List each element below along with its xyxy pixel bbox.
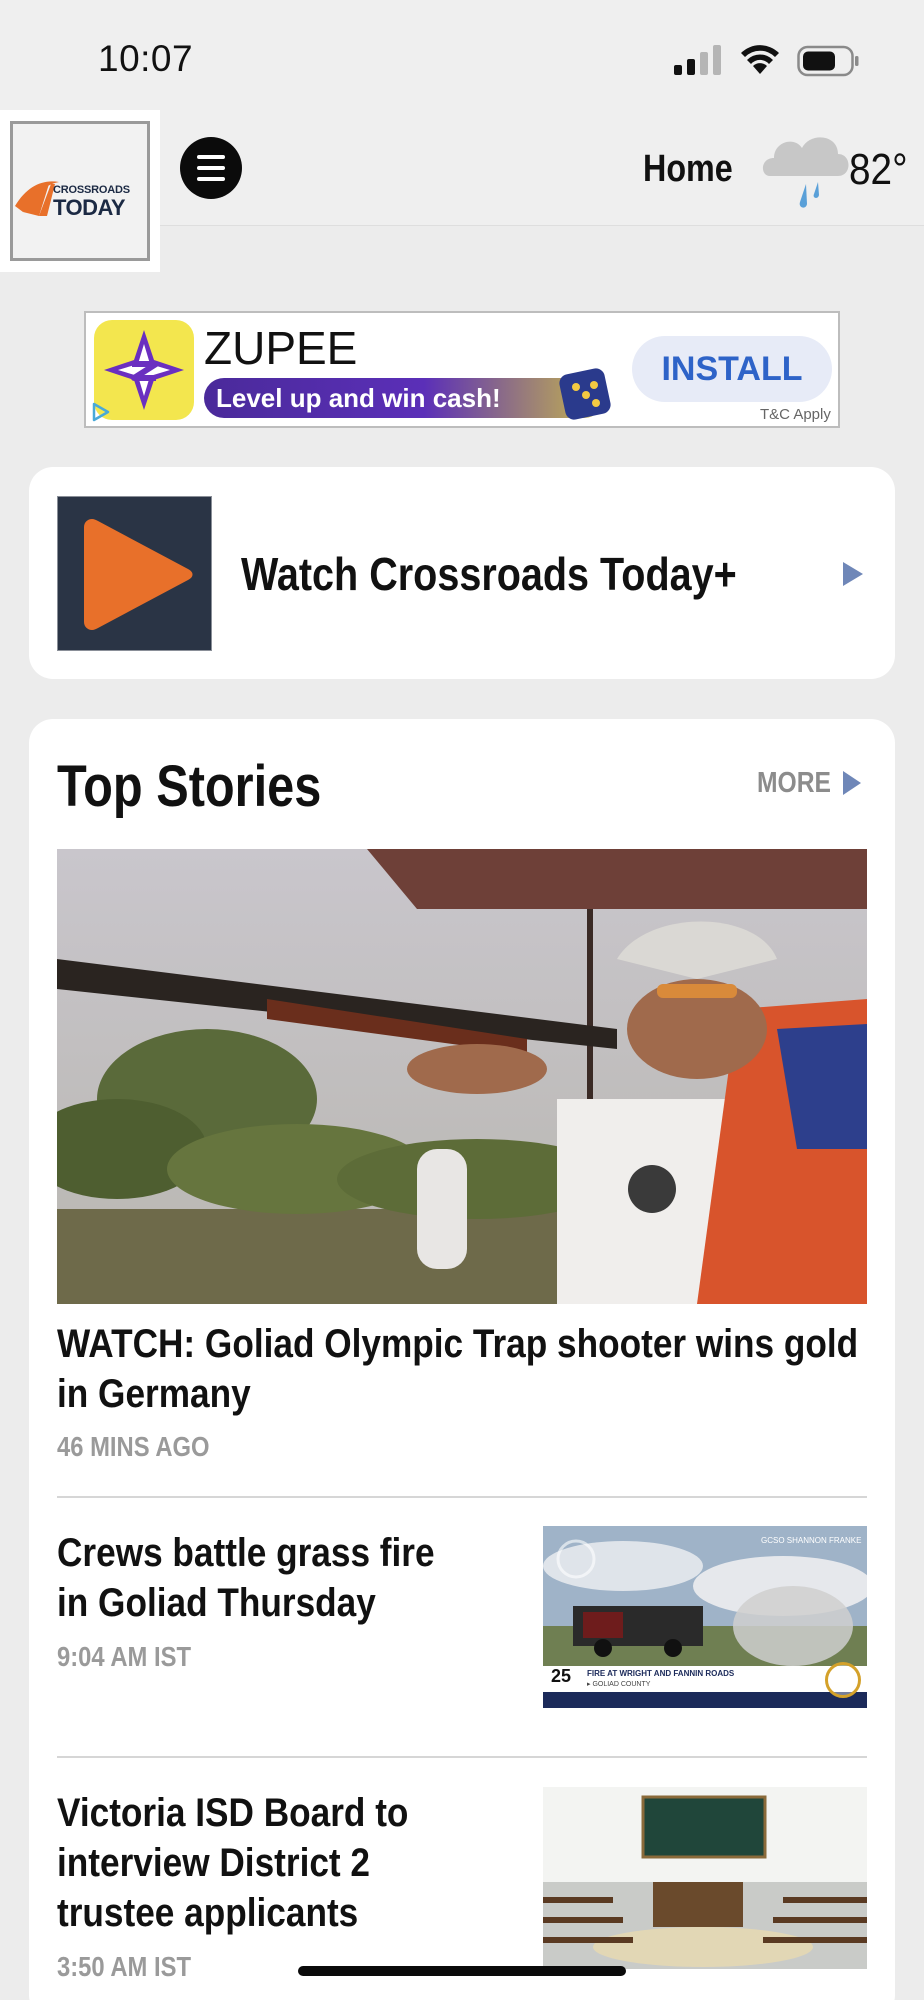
thumb-channel-number: 25 (551, 1666, 572, 1686)
story-divider (57, 1496, 867, 1498)
watch-crossroads-card[interactable]: Watch Crossroads Today+ (29, 467, 895, 679)
story-thumbnail[interactable]: GCSO SHANNON FRANKE 25 FIRE AT WRIGHT AN… (543, 1526, 867, 1708)
play-icon (84, 519, 193, 630)
home-indicator[interactable] (298, 1966, 626, 1976)
hero-story-time: 46 MINS AGO (57, 1431, 210, 1462)
wifi-icon (741, 45, 779, 74)
ad-tagline: Level up and win cash! (216, 383, 501, 413)
temperature-value[interactable]: 82° (849, 145, 908, 195)
chevron-right-icon[interactable] (841, 769, 863, 797)
story-time: 9:04 AM IST (57, 1641, 192, 1672)
ad-install-button[interactable]: INSTALL (632, 336, 832, 402)
thumb-caption: FIRE AT WRIGHT AND FANNIN ROADS (587, 1669, 735, 1678)
thumb-logo-badge (825, 1662, 861, 1698)
rain-cloud-icon[interactable] (758, 124, 854, 214)
cellular-signal-icon (674, 45, 721, 75)
thumb-subcaption: ▸ GOLIAD COUNTY (587, 1681, 651, 1688)
watch-thumbnail (57, 496, 212, 651)
home-label[interactable]: Home (643, 148, 733, 191)
hero-story-image[interactable] (57, 849, 867, 1304)
status-time: 10:07 (98, 38, 194, 79)
thumb-ticker (543, 1692, 867, 1708)
story-time: 3:50 AM IST (57, 1951, 192, 1982)
dice-icon (559, 368, 611, 420)
ad-app-name: ZUPEE (204, 322, 358, 374)
status-bar: 10:07 (0, 0, 924, 110)
hamburger-menu-button[interactable] (180, 137, 242, 199)
story-headline[interactable]: Victoria ISD Board to interview District… (57, 1788, 471, 1938)
ad-tagline-pill: Level up and win cash! (204, 378, 604, 418)
hero-story-headline[interactable]: WATCH: Goliad Olympic Trap shooter wins … (57, 1319, 867, 1419)
chevron-right-icon (843, 562, 863, 586)
menu-bar-icon (197, 155, 225, 159)
app-header: CROSSROADS TODAY Home 82° (0, 110, 924, 272)
thumb-credit: GCSO SHANNON FRANKE (761, 1536, 862, 1545)
ad-terms: T&C Apply (760, 406, 831, 423)
ad-banner[interactable]: ZUPEE Level up and win cash! INSTALL T&C… (84, 311, 840, 428)
logo-line2: TODAY (53, 195, 126, 220)
story-divider (57, 1756, 867, 1758)
adchoices-icon[interactable] (90, 401, 112, 423)
story-headline[interactable]: Crews battle grass fire in Goliad Thursd… (57, 1528, 471, 1628)
story-thumbnail[interactable] (543, 1787, 867, 1969)
menu-bar-icon (197, 166, 225, 170)
more-link[interactable]: MORE (757, 767, 831, 800)
watch-label: Watch Crossroads Today+ (241, 548, 737, 600)
menu-bar-icon (197, 177, 225, 181)
top-stories-card: Top Stories MORE WATCH: Goliad Olympic T… (29, 719, 895, 2000)
crossroads-today-logo[interactable]: CROSSROADS TODAY (0, 110, 160, 272)
logo-frame: CROSSROADS TODAY (10, 121, 150, 261)
battery-icon (797, 45, 859, 77)
section-title: Top Stories (57, 754, 322, 819)
